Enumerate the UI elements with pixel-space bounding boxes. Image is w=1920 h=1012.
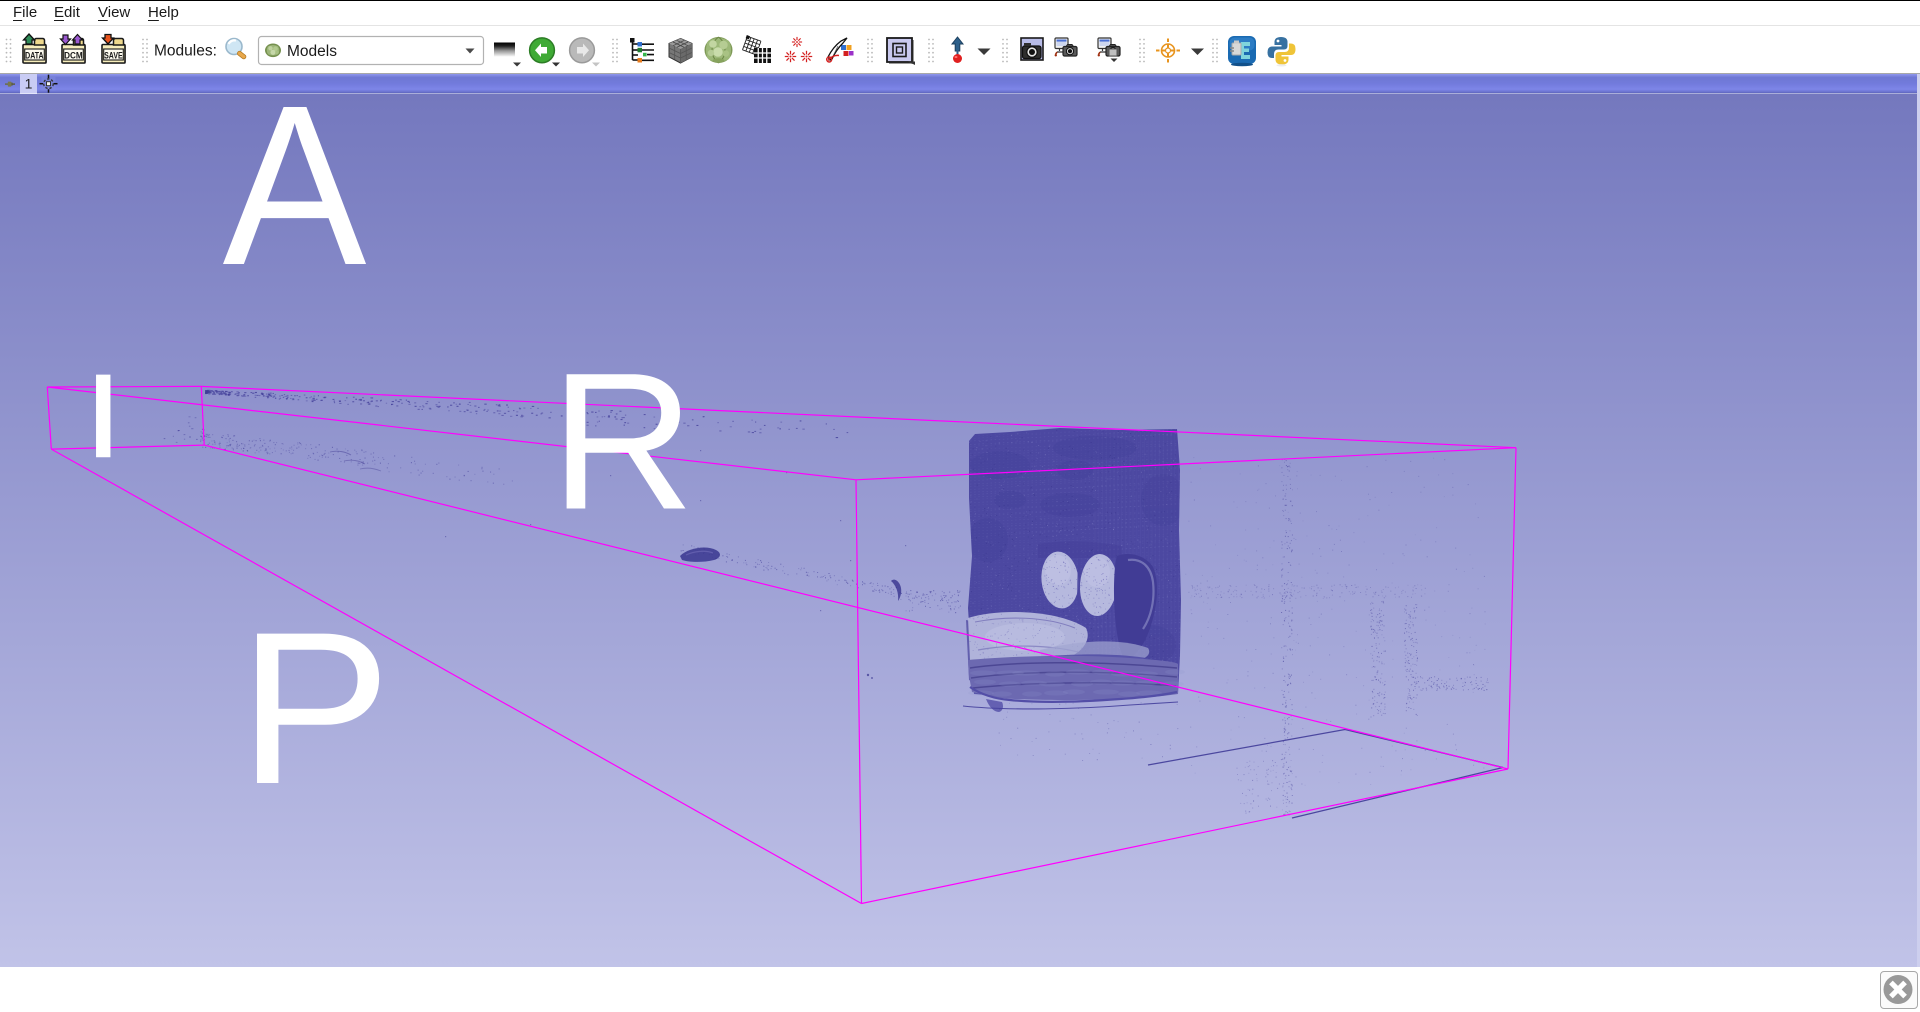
svg-text:SAVE: SAVE [104,51,123,61]
svg-text:R: R [550,332,695,550]
svg-text:P: P [238,588,391,830]
svg-text:Models: Models [287,43,337,60]
svg-text:DCM: DCM [64,51,83,61]
svg-text:DATA: DATA [25,51,44,61]
svg-text:1: 1 [25,76,33,92]
svg-text:I: I [82,349,125,483]
svg-text:Modules:: Modules: [154,43,217,60]
svg-text:A: A [223,94,367,313]
